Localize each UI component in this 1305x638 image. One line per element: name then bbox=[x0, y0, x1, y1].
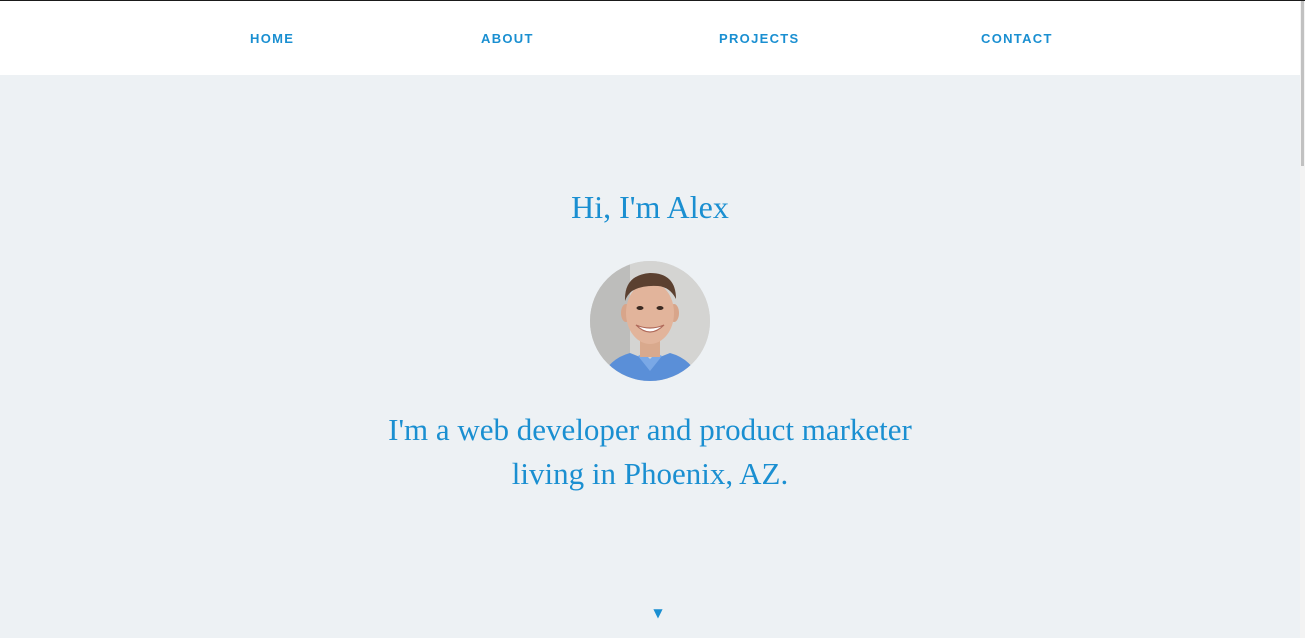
tagline-line-2: living in Phoenix, AZ. bbox=[511, 456, 789, 491]
tagline-line-1: I'm a web developer and product marketer bbox=[388, 412, 912, 447]
scrollbar-thumb[interactable] bbox=[1301, 1, 1304, 166]
hero-greeting: Hi, I'm Alex bbox=[571, 189, 729, 225]
page-scrollbar[interactable] bbox=[1300, 1, 1305, 638]
nav-projects-link[interactable]: PROJECTS bbox=[719, 31, 799, 47]
scroll-down-arrow-icon[interactable]: ▼ bbox=[650, 605, 666, 621]
profile-photo bbox=[590, 261, 710, 381]
profile-avatar bbox=[590, 261, 710, 381]
nav-about-link[interactable]: ABOUT bbox=[481, 31, 534, 47]
top-navigation: HOME ABOUT PROJECTS CONTACT bbox=[0, 1, 1300, 75]
nav-home-link[interactable]: HOME bbox=[250, 31, 294, 47]
hero-section: Hi, I'm Alex I'm a web developer and pro… bbox=[0, 75, 1300, 638]
hero-tagline: I'm a web developer and product marketer… bbox=[340, 408, 960, 496]
nav-contact-link[interactable]: CONTACT bbox=[981, 31, 1053, 47]
